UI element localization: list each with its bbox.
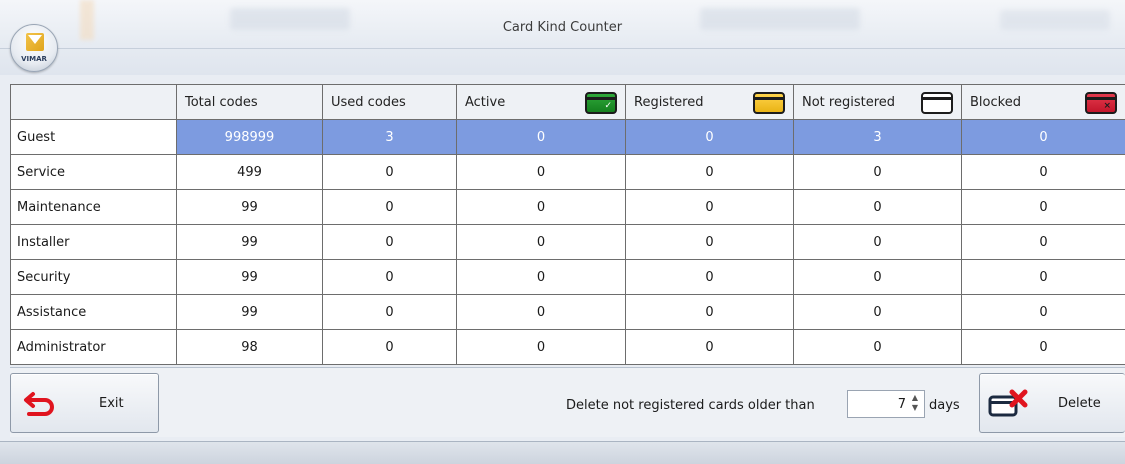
title-bar: Card Kind Counter VIMAR [0,0,1125,75]
table-cell[interactable]: 3 [793,119,962,155]
delete-card-icon [988,389,1028,417]
table-cell[interactable]: 0 [625,154,794,190]
exit-arrow-icon [24,392,54,416]
table-cell[interactable]: 0 [793,189,962,225]
table-cell[interactable]: 0 [456,259,626,295]
table-header-row: Total codes Used codes Active ✓ Register… [10,84,1125,120]
table-cell[interactable]: 0 [793,154,962,190]
delete-button[interactable]: Delete [979,373,1125,433]
table-cell[interactable]: 0 [961,224,1125,260]
table-cell[interactable]: 0 [625,189,794,225]
days-value[interactable]: 7 [898,397,906,412]
header-not-registered-label: Not registered [802,94,896,110]
days-spinner[interactable]: 7 ▲ ▼ [847,390,925,418]
exit-label: Exit [99,396,124,411]
table-cell[interactable]: 99 [176,259,323,295]
table-cell[interactable]: 98 [176,329,323,365]
table-cell[interactable]: 0 [625,259,794,295]
table-cell[interactable]: 0 [793,329,962,365]
delete-prompt-label: Delete not registered cards older than [566,398,815,413]
header-used-codes[interactable]: Used codes [322,84,457,120]
table-cell[interactable]: 0 [961,154,1125,190]
table-cell[interactable]: 0 [961,259,1125,295]
table-cell[interactable]: 0 [456,329,626,365]
header-registered-label: Registered [634,94,704,110]
table-cell[interactable]: 0 [961,189,1125,225]
logo-text: VIMAR [21,55,47,63]
table-cell[interactable]: 0 [322,329,457,365]
card-not-registered-icon [921,92,953,114]
row-label[interactable]: Maintenance [10,189,177,225]
row-label[interactable]: Security [10,259,177,295]
table-cell[interactable]: 99 [176,189,323,225]
table-row[interactable]: Security 99 0 0 0 0 0 [10,259,1125,295]
status-bar [0,441,1125,464]
delete-label: Delete [1058,396,1101,411]
spinner-arrows-icon[interactable]: ▲ ▼ [909,393,921,413]
card-blocked-icon: × [1085,92,1117,114]
table-cell[interactable]: 0 [322,224,457,260]
card-count-table: Total codes Used codes Active ✓ Register… [10,84,1125,365]
table-cell[interactable]: 0 [456,294,626,330]
row-label[interactable]: Installer [10,224,177,260]
table-cell[interactable]: 0 [793,294,962,330]
table-cell[interactable]: 0 [456,119,626,155]
table-row[interactable]: Assistance 99 0 0 0 0 0 [10,294,1125,330]
table-cell[interactable]: 0 [961,119,1125,155]
vimar-logo-icon [26,33,44,51]
header-total-codes[interactable]: Total codes [176,84,323,120]
table-cell[interactable]: 0 [625,329,794,365]
table-cell[interactable]: 499 [176,154,323,190]
bottom-panel: Exit Delete not registered cards older t… [10,367,1125,437]
table-cell[interactable]: 0 [625,119,794,155]
table-cell[interactable]: 0 [625,294,794,330]
app-logo[interactable]: VIMAR [10,24,58,72]
table-row[interactable]: Guest 998999 3 0 0 3 0 [10,119,1125,155]
exit-button[interactable]: Exit [10,373,159,433]
table-cell[interactable]: 998999 [176,119,323,155]
header-corner [10,84,177,120]
header-active-label: Active [465,94,506,110]
table-cell[interactable]: 0 [322,154,457,190]
table-cell[interactable]: 0 [793,224,962,260]
table-cell[interactable]: 0 [456,154,626,190]
table-cell[interactable]: 0 [322,294,457,330]
window-title: Card Kind Counter [502,20,623,35]
table-row[interactable]: Installer 99 0 0 0 0 0 [10,224,1125,260]
table-row[interactable]: Administrator 98 0 0 0 0 0 [10,329,1125,365]
table-cell[interactable]: 0 [625,224,794,260]
card-registered-icon [753,92,785,114]
card-active-icon: ✓ [585,92,617,114]
header-blocked[interactable]: Blocked × [961,84,1125,120]
table-cell[interactable]: 0 [322,189,457,225]
row-label[interactable]: Administrator [10,329,177,365]
table-cell[interactable]: 0 [961,329,1125,365]
row-label[interactable]: Guest [10,119,177,155]
header-blocked-label: Blocked [970,94,1021,110]
table-cell[interactable]: 0 [456,189,626,225]
table-row[interactable]: Maintenance 99 0 0 0 0 0 [10,189,1125,225]
table-cell[interactable]: 0 [961,294,1125,330]
table-cell[interactable]: 0 [456,224,626,260]
header-not-registered[interactable]: Not registered [793,84,962,120]
table-cell[interactable]: 99 [176,224,323,260]
header-registered[interactable]: Registered [625,84,794,120]
row-label[interactable]: Assistance [10,294,177,330]
row-label[interactable]: Service [10,154,177,190]
table-cell[interactable]: 3 [322,119,457,155]
table-cell[interactable]: 0 [322,259,457,295]
table-row[interactable]: Service 499 0 0 0 0 0 [10,154,1125,190]
days-label: days [929,398,960,413]
header-active[interactable]: Active ✓ [456,84,626,120]
table-cell[interactable]: 99 [176,294,323,330]
table-cell[interactable]: 0 [793,259,962,295]
